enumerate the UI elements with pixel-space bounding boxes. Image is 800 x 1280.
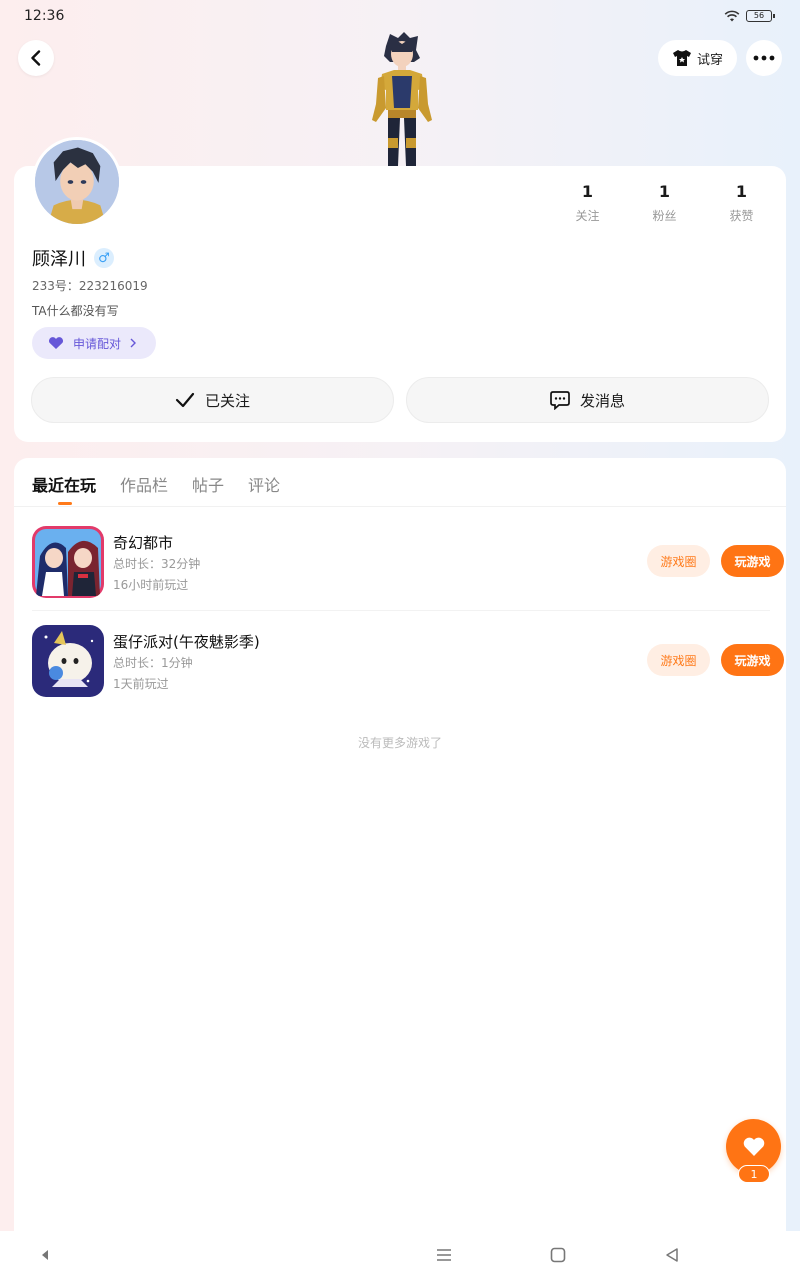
tab-recently-played[interactable]: 最近在玩 [32,472,96,496]
avatar[interactable] [32,137,122,227]
heart-pair-icon [48,337,64,349]
tabs-divider [14,506,786,507]
tab-works[interactable]: 作品栏 [120,472,168,496]
list-item[interactable]: 奇幻都市 总时长：32分钟 16小时前玩过 游戏圈 玩游戏 [32,524,784,608]
menu-icon[interactable] [436,1248,452,1262]
status-bar: 12:36 56 [0,0,800,34]
stat-value: 1 [735,182,748,201]
play-game-button[interactable]: 玩游戏 [721,644,784,676]
game-duration: 总时长：32分钟 [113,557,201,571]
stat-label: 获赞 [729,209,754,223]
wifi-icon [724,10,740,22]
game-last-played: 16小时前玩过 [113,578,189,592]
game-icon-eggy-party [32,625,104,697]
game-last-played: 1天前玩过 [113,677,169,691]
stat-followers[interactable]: 1 粉丝 [626,182,703,224]
send-message-button[interactable]: 发消息 [406,377,769,423]
back-triangle-icon[interactable] [664,1247,680,1263]
list-end-text: 没有更多游戏了 [357,736,442,750]
play-game-button[interactable]: 玩游戏 [721,545,784,577]
chat-bubble-icon [550,391,570,410]
game-circle-button[interactable]: 游戏圈 [647,644,710,676]
chevron-right-icon [130,338,137,348]
content-card: 最近在玩 作品栏 帖子 评论 奇幻都市 总时长：32分钟 16小时前玩过 游戏圈… [14,458,786,1231]
avatar-character-figure[interactable] [364,30,440,166]
stat-value: 1 [658,182,671,201]
user-bio: TA什么都没有写 [32,304,119,318]
game-thumbnail [32,625,104,697]
system-nav-bar [0,1231,800,1280]
game-circle-button[interactable]: 游戏圈 [647,545,710,577]
active-tab-indicator [58,502,72,505]
try-on-label: 试穿 [696,52,723,68]
home-square-icon[interactable] [550,1247,566,1263]
game-thumbnail [32,526,104,598]
user-id: 233号：223216019 [32,279,148,293]
male-gender-icon: ♂ [94,248,114,268]
list-item[interactable]: 蛋仔派对(午夜魅影季) 总时长：1分钟 1天前玩过 游戏圈 玩游戏 [32,623,784,707]
try-on-button[interactable]: 试穿 [658,40,737,76]
battery-icon: 56 [746,10,775,22]
profile-tabs: 最近在玩 作品栏 帖子 评论 [32,472,280,496]
stat-value: 1 [581,182,594,201]
tab-comments[interactable]: 评论 [248,472,280,496]
request-pair-button[interactable]: 申请配对 [32,327,156,359]
followed-button[interactable]: 已关注 [31,377,394,423]
list-divider [32,610,770,611]
stat-label: 关注 [575,209,600,223]
tshirt-icon [672,50,691,66]
game-icon-fantasy-city [32,526,104,598]
stats-row: 1 关注 1 粉丝 1 获赞 [549,182,780,224]
user-name-row: 顾泽川 ♂ [32,245,114,271]
back-arrow-icon [31,50,41,66]
avatar-portrait [35,140,119,224]
nav-back-small-icon[interactable] [40,1249,50,1261]
check-icon [175,392,195,408]
send-message-label: 发消息 [579,391,625,410]
stat-label: 粉丝 [652,209,677,223]
followed-label: 已关注 [204,391,250,410]
character-illustration [372,32,432,166]
more-dots-icon [753,55,775,61]
status-icons: 56 [724,9,775,23]
tab-posts[interactable]: 帖子 [192,472,224,496]
heart-icon [743,1137,764,1156]
like-count-badge: 1 [738,1165,770,1183]
game-duration: 总时长：1分钟 [113,656,193,670]
back-button[interactable] [18,40,54,76]
game-name: 奇幻都市 [113,534,174,552]
request-pair-label: 申请配对 [73,336,122,351]
status-time: 12:36 [24,8,65,24]
stat-following[interactable]: 1 关注 [549,182,626,224]
stat-likes[interactable]: 1 获赞 [703,182,780,224]
game-name: 蛋仔派对(午夜魅影季) [113,633,260,651]
user-name: 顾泽川 [32,249,86,270]
more-options-button[interactable] [746,40,782,76]
